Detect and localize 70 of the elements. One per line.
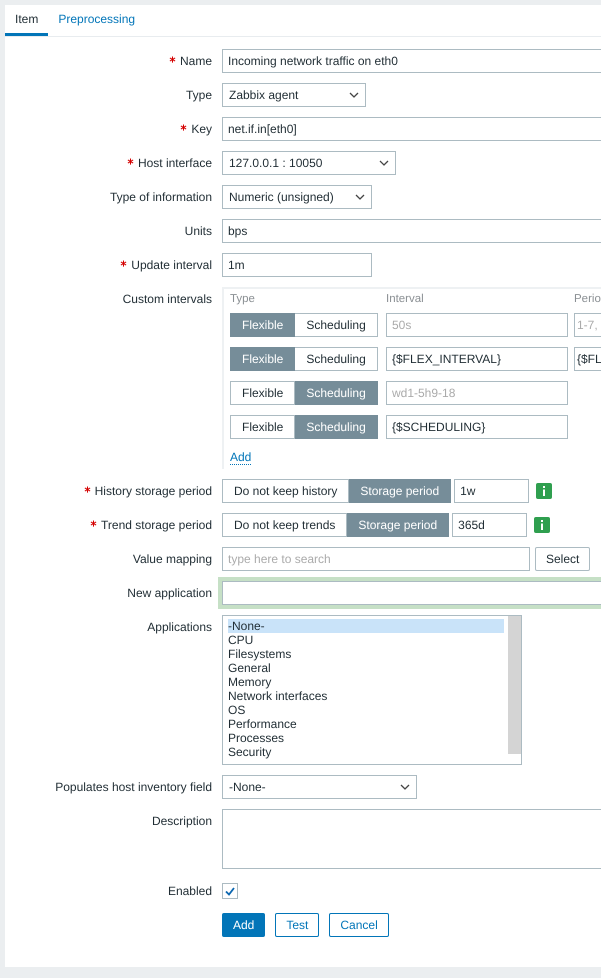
description-field[interactable] — [222, 809, 601, 869]
field-label: Units — [184, 224, 212, 238]
list-item[interactable]: Network interfaces — [228, 689, 504, 703]
segment-button[interactable]: Scheduling — [295, 313, 378, 337]
interval-field[interactable]: {$SCHEDULING} — [386, 415, 568, 439]
field-label: Trend storage period — [101, 518, 212, 532]
list-item[interactable]: CPU — [228, 633, 504, 647]
field-label: Update interval — [131, 258, 212, 272]
field-label: Key — [191, 122, 212, 136]
field-label: Enabled — [168, 884, 212, 898]
chevron-down-icon — [379, 160, 389, 166]
period-field[interactable]: {$FL — [574, 347, 601, 371]
field-label: Host interface — [138, 156, 212, 170]
interval-field[interactable]: wd1-5h9-18 — [386, 381, 568, 405]
dropdown[interactable]: 127.0.0.1 : 10050 — [222, 151, 396, 175]
checkmark-icon — [224, 885, 236, 897]
list-item[interactable]: Performance — [228, 717, 504, 731]
scrollbar[interactable] — [508, 616, 521, 754]
column-header: Interval — [386, 293, 425, 307]
text-field[interactable]: bps — [222, 219, 601, 243]
chevron-down-icon — [349, 92, 359, 98]
field-label: Type of information — [110, 190, 212, 204]
select-button[interactable]: Select — [535, 547, 590, 571]
list-item[interactable]: OS — [228, 703, 504, 717]
field-label: Populates host inventory field — [55, 780, 212, 794]
field-label: Name — [180, 54, 212, 68]
search-field[interactable]: type here to search — [222, 547, 530, 571]
period-field[interactable]: 1w — [454, 479, 530, 503]
info-icon[interactable] — [536, 483, 552, 499]
column-header: Type — [230, 293, 256, 307]
list-item[interactable]: -None- — [228, 619, 504, 633]
listbox[interactable]: -None- CPU Filesystems General Memory Network interfaces OS Performance Processes Security — [222, 615, 522, 765]
period-field[interactable]: 365d — [452, 513, 528, 537]
interval-field[interactable]: 50s — [386, 313, 568, 337]
period-field[interactable]: 1-7, — [574, 313, 601, 337]
dropdown[interactable]: Numeric (unsigned) — [222, 185, 372, 209]
interval-field[interactable]: {$FLEX_INTERVAL} — [386, 347, 568, 371]
column-header: Perio — [574, 293, 601, 307]
info-icon[interactable] — [534, 517, 550, 533]
text-field[interactable]: 1m — [222, 253, 372, 277]
field-label: New application — [127, 586, 212, 600]
field-label: Value mapping — [132, 552, 212, 566]
list-item[interactable]: General — [228, 661, 504, 675]
segment-button[interactable]: Flexible — [230, 381, 296, 405]
segment-button[interactable]: Flexible — [230, 415, 296, 439]
list-item[interactable]: Processes — [228, 731, 504, 745]
field-label: Type — [186, 88, 212, 102]
field-label: Description — [152, 814, 212, 828]
form-button[interactable]: Add — [222, 913, 266, 937]
segment-button[interactable]: Do not keep trends — [222, 513, 348, 537]
list-item[interactable]: Security — [228, 745, 504, 759]
segment-button[interactable]: Do not keep history — [222, 479, 350, 503]
list-item[interactable]: Filesystems — [228, 647, 504, 661]
chevron-down-icon — [355, 194, 365, 200]
text-field[interactable]: Incoming network traffic on eth0 — [222, 49, 601, 73]
form-button[interactable]: Test — [275, 913, 320, 937]
tab[interactable]: Preprocessing — [48, 5, 146, 36]
dropdown[interactable]: Zabbix agent — [222, 83, 366, 107]
field-label: Applications — [147, 620, 212, 634]
field-label: History storage period — [94, 484, 212, 498]
field-label: Custom intervals — [122, 292, 212, 306]
dropdown[interactable]: -None- — [222, 775, 417, 799]
segment-button[interactable]: Scheduling — [295, 347, 378, 371]
checkbox[interactable] — [222, 883, 238, 899]
form-button[interactable]: Cancel — [329, 913, 389, 937]
tab[interactable]: Item — [5, 5, 48, 36]
chevron-down-icon — [400, 784, 410, 790]
text-field[interactable]: net.if.in[eth0] — [222, 117, 601, 141]
add-link[interactable]: Add — [230, 450, 252, 465]
list-item[interactable]: Memory — [228, 675, 504, 689]
